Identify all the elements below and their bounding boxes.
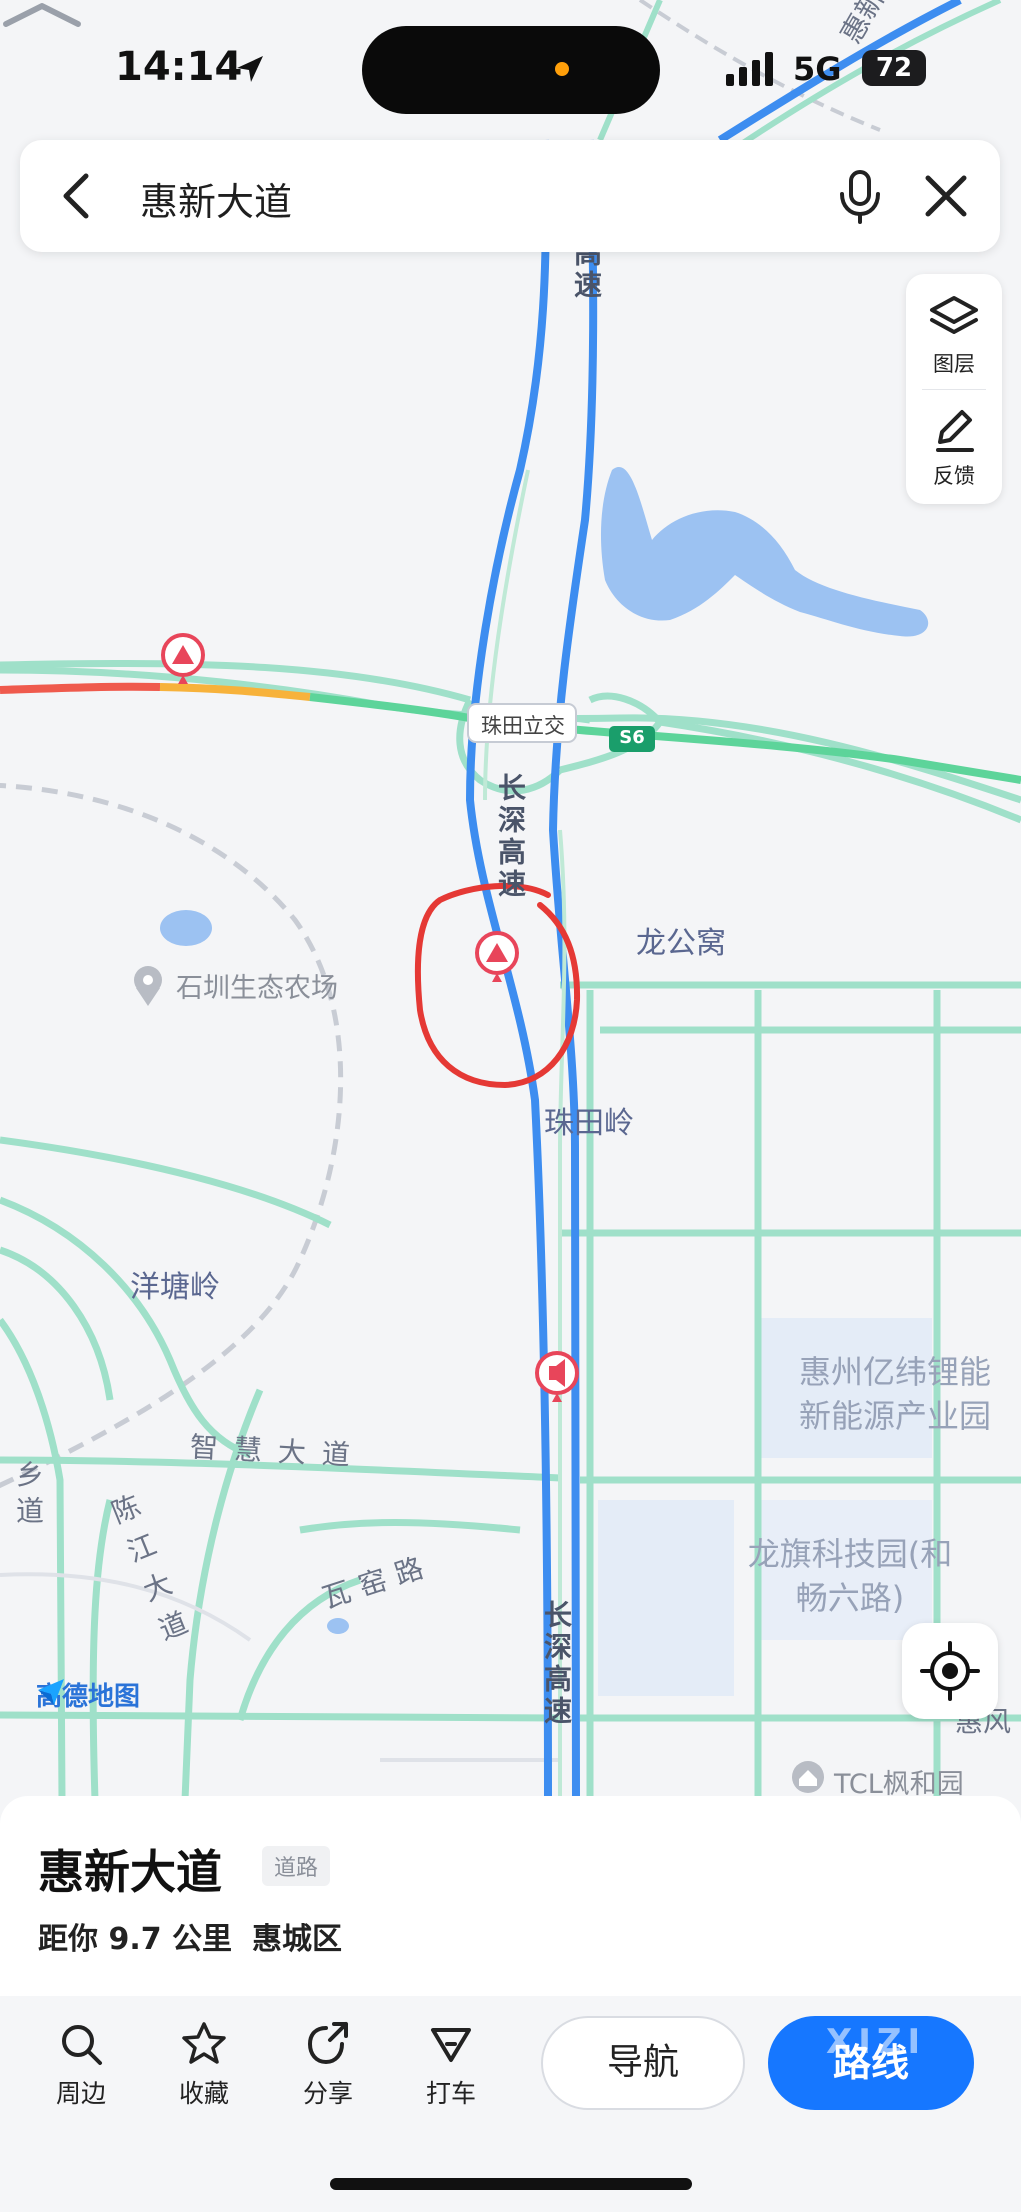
edit-pen-icon (936, 410, 974, 452)
road-label-township: 乡道 (12, 1460, 45, 1532)
area-label-longgongwo: 龙公窝 (636, 926, 726, 961)
search-bar[interactable]: 惠新大道 (20, 140, 1000, 252)
layers-label: 图层 (933, 352, 975, 376)
area-label-zhutianling: 珠田岭 (544, 1106, 634, 1141)
distance-text: 距你 9.7 公里 (38, 1922, 233, 1957)
feedback-label: 反馈 (933, 464, 975, 488)
close-icon[interactable] (918, 168, 974, 224)
tools-divider (922, 389, 986, 390)
layers-icon (930, 296, 978, 334)
taxi-label: 打车 (425, 2079, 476, 2108)
share-icon (307, 2022, 348, 2065)
watermark: XIZI (826, 2022, 927, 2062)
search-query[interactable]: 惠新大道 (140, 171, 292, 226)
amap-logo-icon (38, 1679, 64, 1705)
network-type: 5G (793, 50, 842, 88)
feedback-button[interactable]: 反馈 (906, 404, 1002, 490)
amap-brand: 高德地图 (36, 1676, 140, 1713)
status-time: 14:14 (115, 44, 243, 90)
area-label-yangtangling: 洋塘岭 (130, 1270, 220, 1305)
place-type-badge: 道路 (262, 1846, 331, 1886)
area-label-longqi-park: 龙旗科技园(和 畅六路) (747, 1535, 953, 1617)
search-icon (62, 2025, 102, 2065)
highway-label-changshen-south: 长深高速 (540, 1600, 573, 1728)
house-poi-icon (792, 1761, 824, 1793)
signal-icon (726, 52, 773, 86)
crosshair-icon (920, 1641, 980, 1701)
s6-label: S6 (619, 727, 645, 748)
poi-label-shizhen-farm[interactable]: 石圳生态农场 (176, 966, 338, 1005)
favorite-button[interactable]: 收藏 (159, 2020, 249, 2110)
location-arrow-icon (237, 56, 263, 82)
nearby-label: 周边 (55, 2079, 106, 2108)
favorite-label: 收藏 (178, 2079, 229, 2108)
map-tools-panel: 图层 反馈 (906, 274, 1002, 504)
map-canvas[interactable]: 珠田立交 S6 长深高速 长深高速 高速 惠新大道 龙公窝 石圳生态农场 珠田岭… (0, 0, 1021, 1800)
place-detail-sheet: 惠新大道 道路 距你 9.7 公里 惠城区 周边 收藏 分享 打车 导航 路线 … (0, 1796, 1021, 2212)
district-text: 惠城区 (252, 1922, 342, 1957)
home-indicator[interactable] (330, 2178, 692, 2190)
privacy-dot (555, 62, 569, 76)
taxi-button[interactable]: 打车 (406, 2020, 496, 2110)
microphone-icon[interactable] (830, 166, 890, 226)
share-label: 分享 (302, 2079, 353, 2108)
dynamic-island (362, 26, 660, 114)
nearby-button[interactable]: 周边 (36, 2020, 126, 2110)
star-icon (182, 2022, 226, 2064)
layers-button[interactable]: 图层 (906, 292, 1002, 378)
place-title: 惠新大道 (38, 1845, 222, 1899)
navigate-button[interactable]: 导航 (541, 2016, 745, 2110)
locate-me-button[interactable] (902, 1623, 998, 1719)
battery-indicator: 72 (862, 50, 926, 86)
share-button[interactable]: 分享 (283, 2020, 373, 2110)
taxi-icon (431, 2028, 471, 2062)
interchange-label: 珠田立交 (481, 714, 565, 738)
highway-label-changshen: 长深高速 (494, 773, 527, 901)
area-label-yiwei-park: 惠州亿纬锂能 新能源产业园 (798, 1353, 991, 1435)
status-bar: 14:14 5G 72 (0, 0, 1021, 140)
back-arrow-icon[interactable] (50, 168, 106, 224)
